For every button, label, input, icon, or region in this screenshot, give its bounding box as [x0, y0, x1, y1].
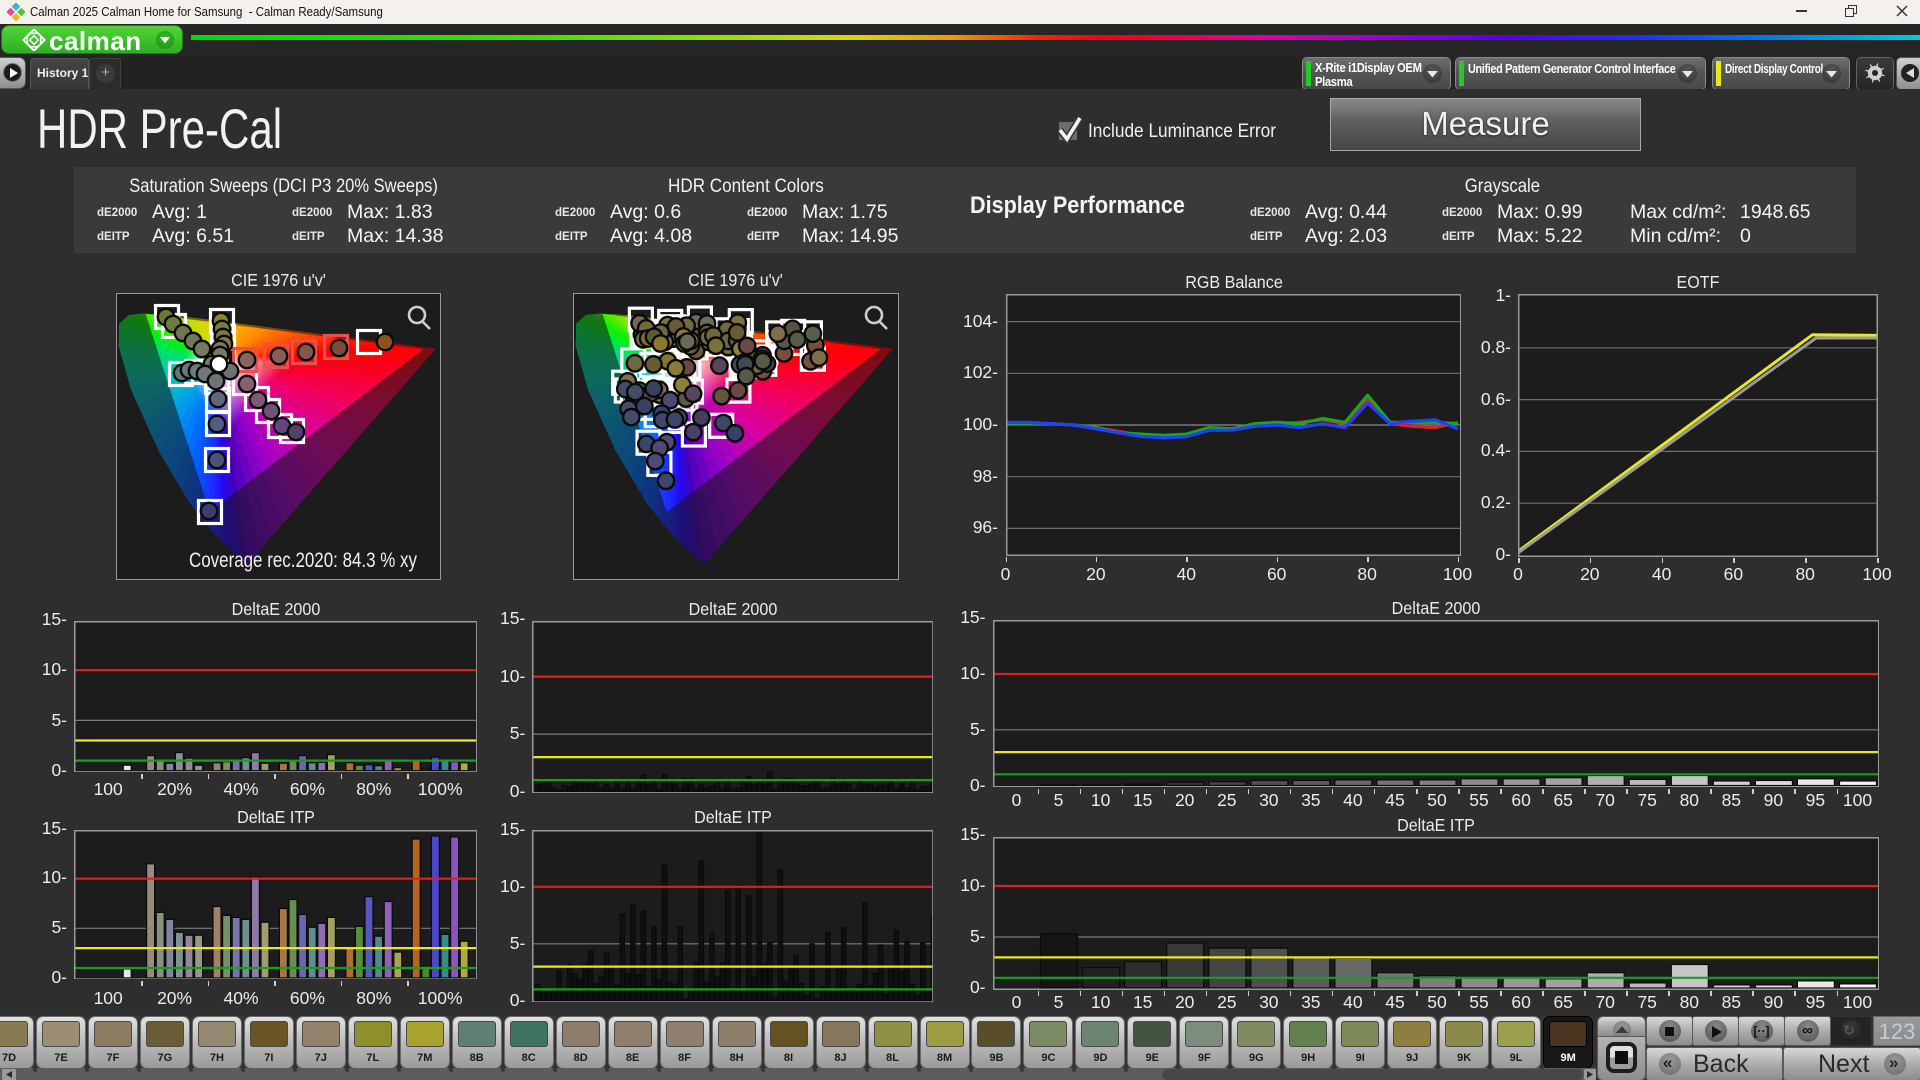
svg-text:Coverage rec.2020: 84.3 % xy: Coverage rec.2020: 84.3 % xy [189, 549, 417, 572]
